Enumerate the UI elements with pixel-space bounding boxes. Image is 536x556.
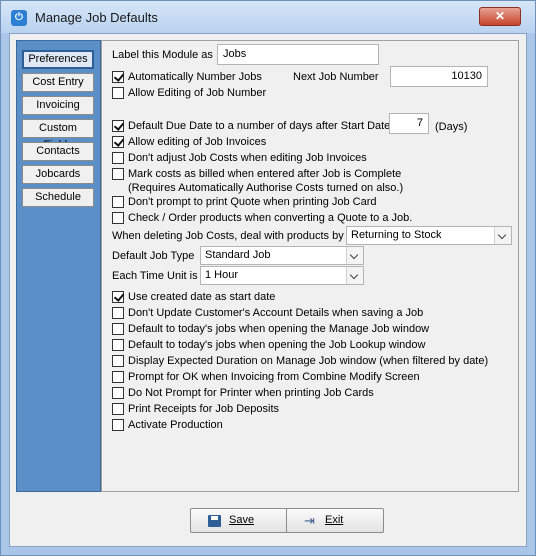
chevron-down-icon[interactable] <box>346 247 363 264</box>
preferences-panel: Label this Module as Jobs Automatically … <box>101 40 519 492</box>
tab-preferences[interactable]: Preferences <box>22 50 94 69</box>
checkbox-box[interactable] <box>112 291 124 303</box>
job-type-select[interactable]: Standard Job <box>200 246 364 265</box>
checkbox-box[interactable] <box>112 323 124 335</box>
checkbox-label: Default to today's jobs when opening the… <box>128 339 426 351</box>
exit-door-icon: ⇥ <box>304 513 315 528</box>
checkbox-label: Use created date as start date <box>128 291 276 303</box>
checkbox-box[interactable] <box>112 307 124 319</box>
checkbox-box[interactable] <box>112 419 124 431</box>
deleting-costs-select[interactable]: Returning to Stock <box>346 226 512 245</box>
job-type-value: Standard Job <box>205 249 271 261</box>
next-job-number-input[interactable]: 10130 <box>390 66 488 87</box>
checkbox-label: Allow Editing of Job Number <box>128 87 267 99</box>
checkbox-label: Print Receipts for Job Deposits <box>128 403 280 415</box>
checkbox-label: Don't adjust Job Costs when editing Job … <box>128 152 367 164</box>
checkbox-label: Default Due Date to a number of days aft… <box>128 120 391 132</box>
checkbox-label: Default to today's jobs when opening the… <box>128 323 430 335</box>
save-button[interactable]: Save <box>190 508 288 533</box>
exit-button[interactable]: ⇥ Exit <box>286 508 384 533</box>
checkbox-box[interactable] <box>112 371 124 383</box>
tab-schedule[interactable]: Schedule <box>22 188 94 207</box>
checkbox-label: Allow editing of Job Invoices <box>128 136 267 148</box>
checkbox-box[interactable] <box>112 120 124 132</box>
time-unit-value: 1 Hour <box>205 269 239 281</box>
checkbox-label: Mark costs as billed when entered after … <box>128 168 402 180</box>
checkbox-box[interactable] <box>112 339 124 351</box>
chevron-down-icon[interactable] <box>346 267 363 284</box>
tab-custom-fields[interactable]: Custom Fields <box>22 119 94 151</box>
app-power-icon: ⏻ <box>11 10 27 26</box>
checkbox-box[interactable] <box>112 71 124 83</box>
tab-jobcards[interactable]: Jobcards <box>22 165 94 184</box>
checkbox-label: Don't Update Customer's Account Details … <box>128 307 424 319</box>
next-job-number-label: Next Job Number <box>293 71 379 83</box>
checkbox-label: Check / Order products when converting a… <box>128 212 413 224</box>
checkbox-box[interactable] <box>112 87 124 99</box>
checkbox-box[interactable] <box>112 152 124 164</box>
chevron-down-icon[interactable] <box>494 227 511 244</box>
close-button[interactable]: ✕ <box>479 7 521 26</box>
save-button-label: Save <box>229 514 255 526</box>
checkbox-box[interactable] <box>112 168 124 180</box>
checkbox-label: Display Expected Duration on Manage Job … <box>128 355 489 367</box>
exit-button-label: Exit <box>325 514 344 526</box>
checkbox-box[interactable] <box>112 212 124 224</box>
module-label-input[interactable]: Jobs <box>217 44 379 65</box>
checkbox-label: Do Not Prompt for Printer when printing … <box>128 387 374 399</box>
checkbox-label: Don't prompt to print Quote when printin… <box>128 196 377 208</box>
dialog-body: Preferences Cost Entry Invoicing Custom … <box>9 33 527 547</box>
tab-invoicing[interactable]: Invoicing <box>22 96 94 115</box>
checkbox-box[interactable] <box>112 403 124 415</box>
time-unit-label: Each Time Unit is <box>112 270 198 282</box>
title-bar[interactable]: ⏻ Manage Job Defaults ✕ <box>1 1 535 33</box>
deleting-costs-label: When deleting Job Costs, deal with produ… <box>112 230 344 242</box>
job-type-label: Default Job Type <box>112 250 195 262</box>
checkbox-box[interactable] <box>112 196 124 208</box>
time-unit-select[interactable]: 1 Hour <box>200 266 364 285</box>
tab-contacts[interactable]: Contacts <box>22 142 94 161</box>
checkbox-label: Automatically Number Jobs <box>128 71 262 83</box>
module-label-caption: Label this Module as <box>112 49 213 61</box>
checkbox-label: Prompt for OK when Invoicing from Combin… <box>128 371 420 383</box>
floppy-disk-icon <box>208 515 221 527</box>
checkbox-box[interactable] <box>112 136 124 148</box>
window-title: Manage Job Defaults <box>35 10 158 25</box>
deleting-costs-value: Returning to Stock <box>351 229 442 241</box>
side-tab-panel: Preferences Cost Entry Invoicing Custom … <box>16 40 101 492</box>
checkbox-box[interactable] <box>112 387 124 399</box>
checkbox-label: Activate Production <box>128 419 223 431</box>
checkbox-box[interactable] <box>112 355 124 367</box>
due-days-input[interactable]: 7 <box>389 113 429 134</box>
tab-cost-entry[interactable]: Cost Entry <box>22 73 94 92</box>
manage-job-defaults-window: ⏻ Manage Job Defaults ✕ Preferences Cost… <box>0 0 536 556</box>
checkbox-note: (Requires Automatically Authorise Costs … <box>128 182 404 194</box>
due-days-unit: (Days) <box>435 121 468 133</box>
